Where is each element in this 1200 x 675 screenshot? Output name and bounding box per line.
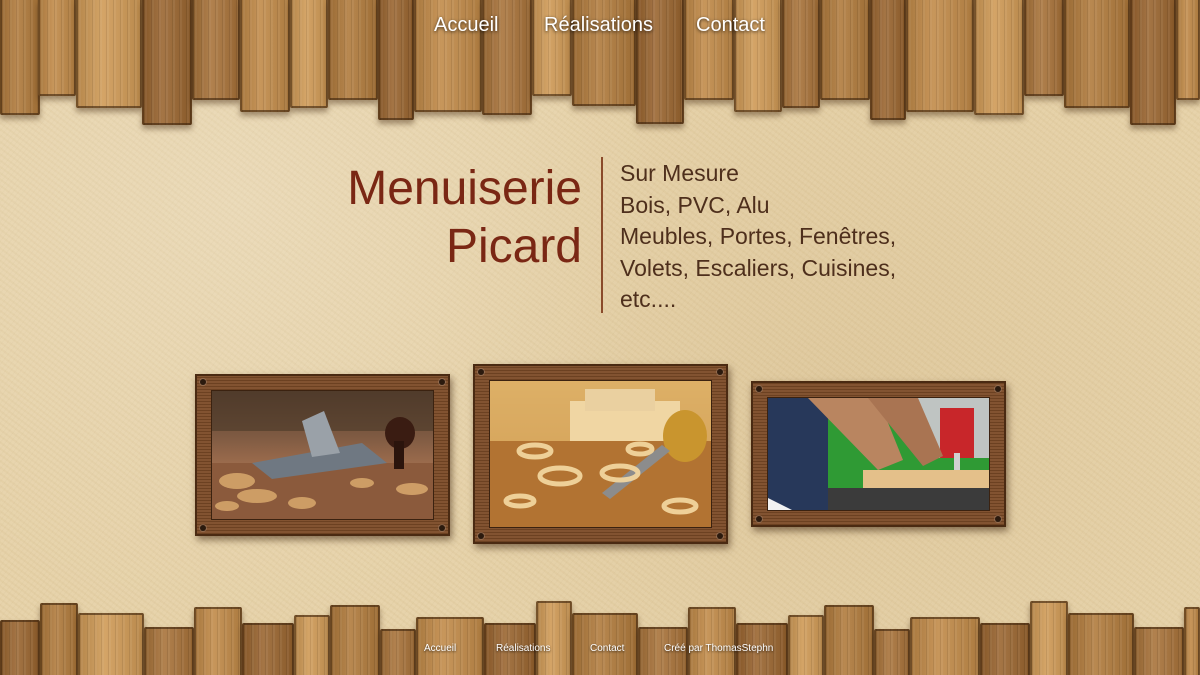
nail-icon [756, 516, 762, 522]
carpenter-bandsaw-photo [767, 397, 990, 511]
nail-icon [200, 525, 206, 531]
bandsaw-illustration [768, 398, 989, 510]
plane-illustration [212, 391, 433, 519]
nail-icon [439, 379, 445, 385]
nail-icon [717, 369, 723, 375]
nail-icon [478, 369, 484, 375]
title-divider [601, 157, 603, 313]
gallery-frame-3[interactable] [751, 381, 1006, 527]
footer-navigation: Accueil Réalisations Contact Créé par Th… [0, 643, 1200, 657]
nav-link-contact[interactable]: Contact [696, 14, 765, 37]
site-title-line-2: Picard [445, 220, 582, 273]
gallery-frame-2[interactable] [473, 364, 728, 544]
site-title: Menuiserie Picard [300, 160, 582, 276]
gallery-frame-1[interactable] [195, 374, 450, 536]
services-list: Sur Mesure Bois, PVC, Alu Meubles, Porte… [620, 158, 960, 316]
wood-carving-tool-photo [489, 380, 712, 528]
carving-illustration [490, 381, 711, 527]
service-line: Meubles, Portes, Fenêtres, [620, 223, 897, 249]
service-line: Sur Mesure [620, 160, 739, 186]
nail-icon [717, 533, 723, 539]
footer-link-realisations[interactable]: Réalisations [496, 643, 550, 654]
site-title-line-1: Menuiserie [347, 162, 582, 215]
footer-credit: Créé par ThomasStephn [664, 643, 774, 654]
woodworking-plane-photo [211, 390, 434, 520]
nail-icon [995, 386, 1001, 392]
service-line: Bois, PVC, Alu [620, 191, 770, 218]
nav-link-home[interactable]: Accueil [434, 14, 498, 37]
nail-icon [439, 525, 445, 531]
service-line: Volets, Escaliers, Cuisines, [620, 254, 897, 281]
nail-icon [756, 386, 762, 392]
footer-link-contact[interactable]: Contact [590, 643, 624, 654]
nail-icon [478, 533, 484, 539]
service-line: etc.... [620, 286, 677, 312]
nail-icon [200, 379, 206, 385]
main-navigation: Accueil Réalisations Contact [0, 14, 1200, 42]
footer-link-home[interactable]: Accueil [424, 643, 456, 654]
nail-icon [995, 516, 1001, 522]
bottom-wooden-fence [0, 598, 1200, 675]
nav-link-realisations[interactable]: Réalisations [544, 14, 653, 37]
